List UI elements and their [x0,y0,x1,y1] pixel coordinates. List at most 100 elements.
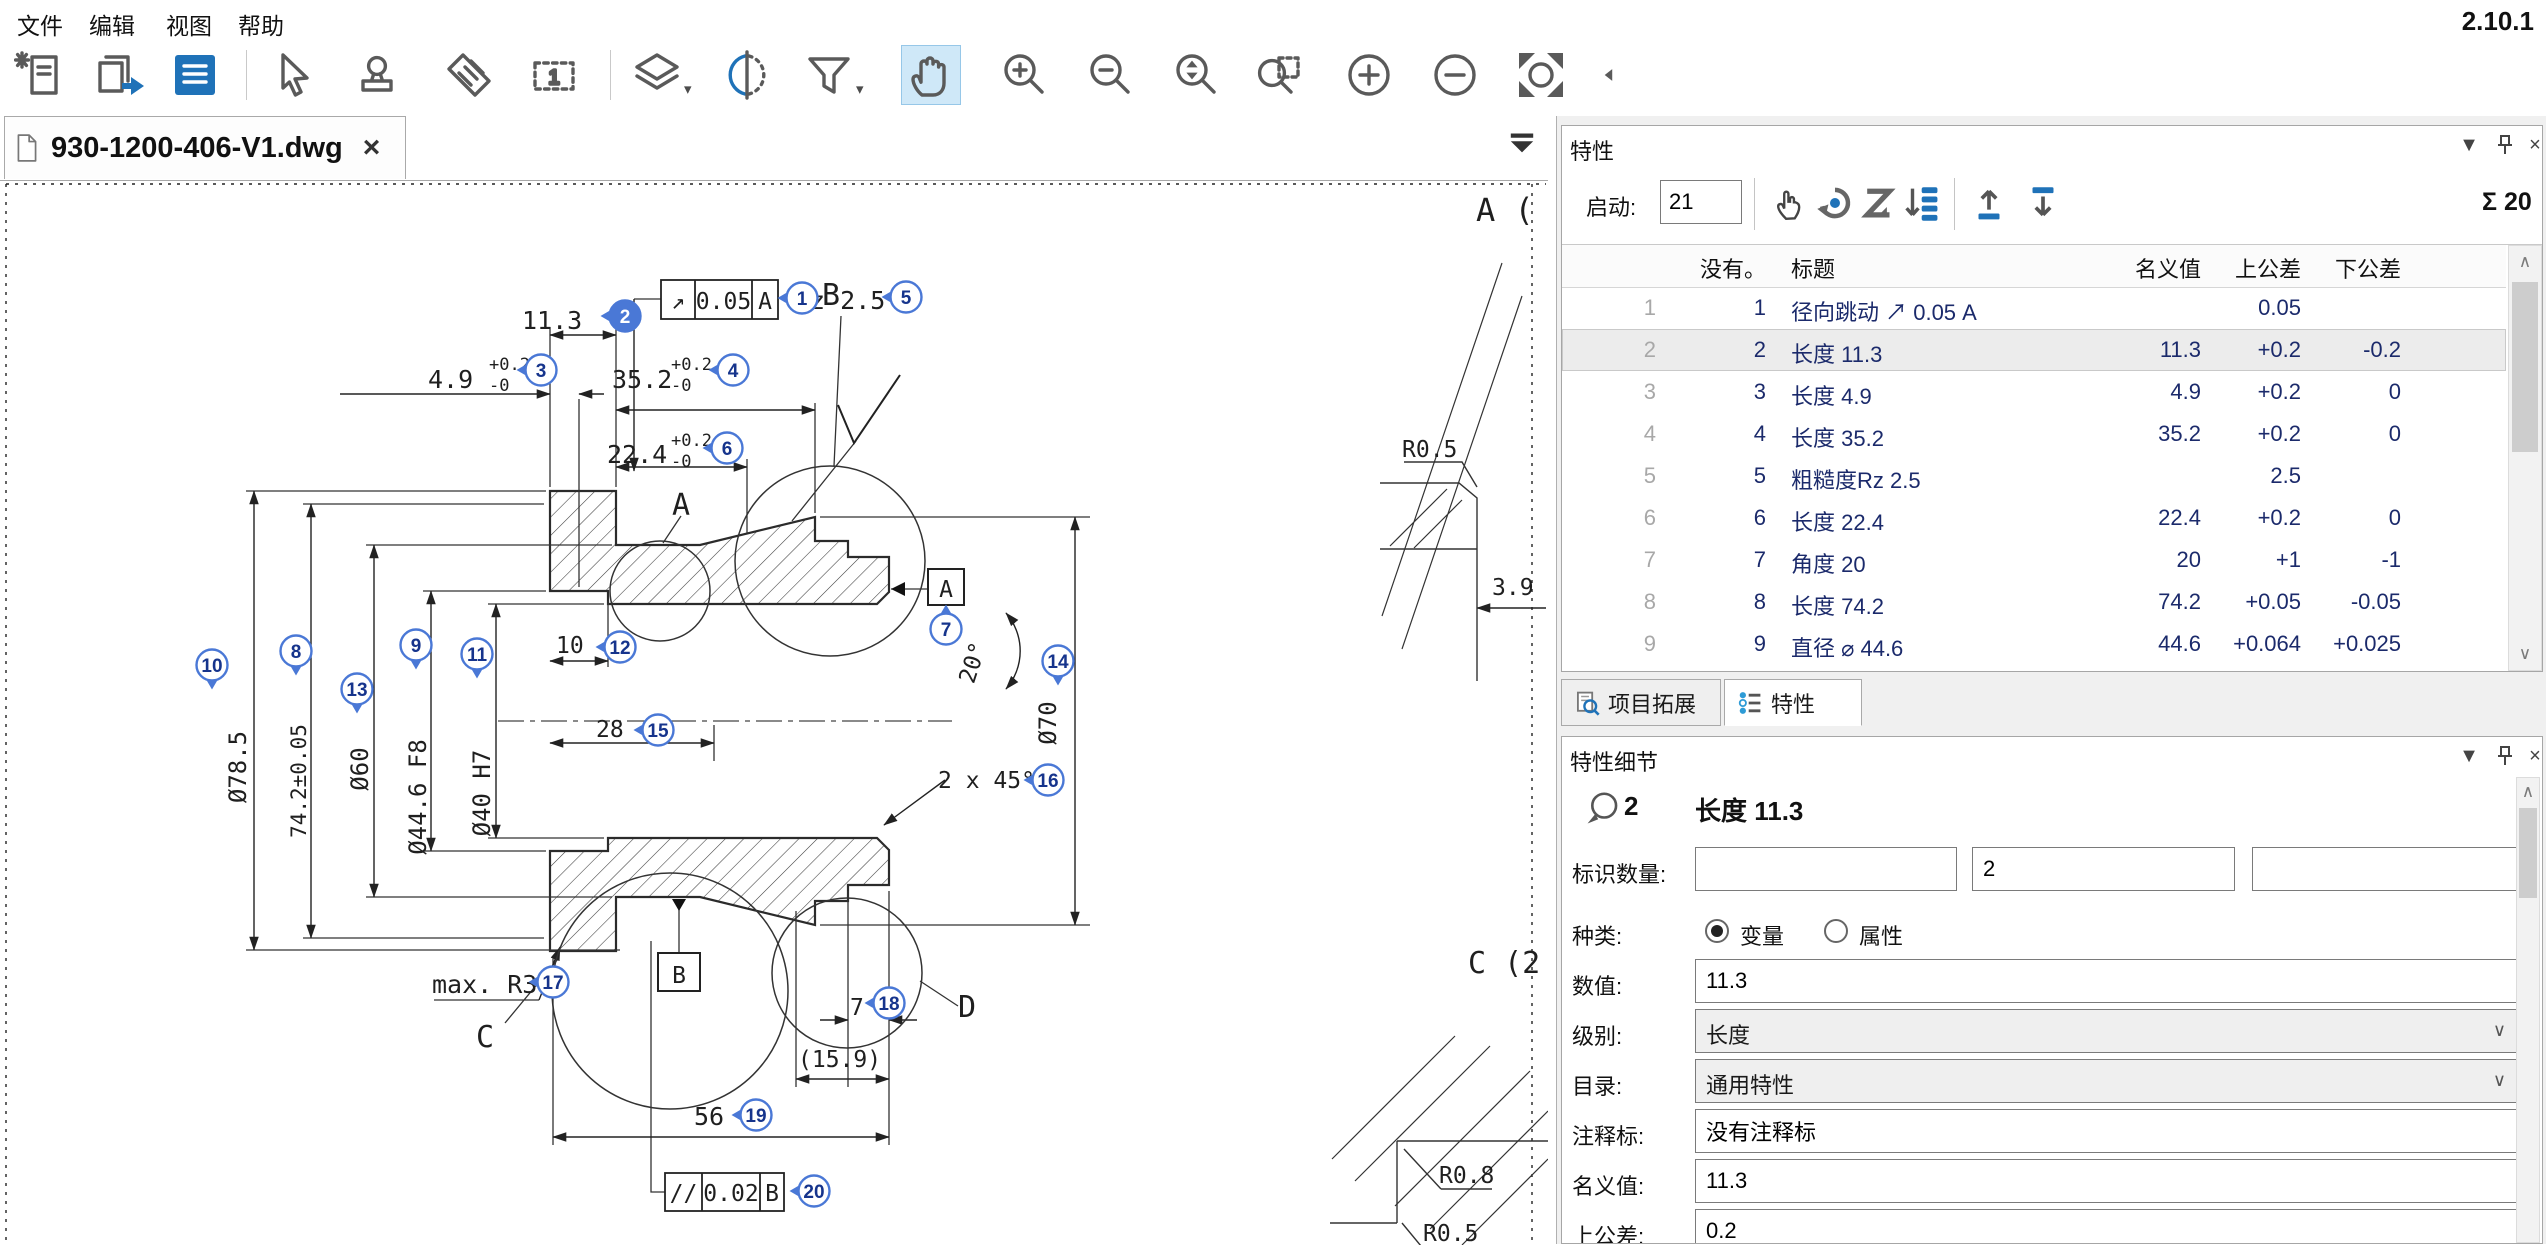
select-cursor-button[interactable] [262,46,320,104]
panel-menu-chevron-icon[interactable]: ▼ [2456,134,2482,160]
renumber-icon[interactable] [1814,180,1856,226]
radio-attribute-label[interactable]: 属性 [1859,919,1903,951]
balloon-13[interactable]: 13 [342,674,373,714]
panel-menu-chevron-icon[interactable]: ▼ [2456,745,2482,771]
filter-button[interactable] [800,46,858,104]
tag-button[interactable] [440,46,498,104]
zoom-in-button[interactable] [994,46,1052,104]
id-count-input-1[interactable] [1695,847,1957,891]
tab-characteristics[interactable]: 特性 [1724,679,1862,726]
balloon-2[interactable]: 2 [601,301,641,332]
sort-list-icon[interactable] [1902,180,1944,226]
id-count-input-2[interactable] [1972,847,2235,891]
upper-tol-input[interactable] [1695,1209,2517,1243]
dimension-text: R0.5 [1423,1221,1478,1245]
table-row[interactable]: 22长度 11.311.3+0.2-0.2 [1562,329,2506,371]
menu-item-2[interactable]: 视图 [166,7,212,41]
panel-close-icon[interactable]: × [2522,134,2546,160]
move-bottom-icon[interactable] [2022,180,2064,226]
col-lower[interactable]: 下公差 [2306,252,2401,284]
menu-item-1[interactable]: 编辑 [89,7,135,41]
balloon-10[interactable]: 10 [197,650,228,690]
balloon-8[interactable]: 8 [281,636,312,676]
zoom-dynamic-button[interactable] [1166,46,1224,104]
class-combo[interactable]: 长度 ∨ [1695,1009,2517,1053]
panel-close-icon[interactable]: × [2522,745,2546,771]
col-upper[interactable]: 上公差 [2206,252,2301,284]
panel-pin-icon[interactable] [2492,134,2518,160]
cell-low: -1 [2306,547,2401,573]
value-input[interactable] [1695,959,2517,1003]
increase-button[interactable] [1340,46,1398,104]
save-button[interactable] [166,46,224,104]
tab-list-icon[interactable] [1505,130,1541,160]
filter-dropdown-caret[interactable]: ▾ [856,80,864,98]
layers-button[interactable] [628,46,686,104]
mirror-view-button[interactable] [718,46,776,104]
dimension-text: C (2 [1468,946,1540,981]
dimension-text: D [958,990,976,1025]
zoom-out-button[interactable] [1080,46,1138,104]
panel-pin-icon[interactable] [2492,745,2518,771]
start-number-input[interactable] [1660,180,1742,224]
radio-variable-label[interactable]: 变量 [1740,919,1784,951]
balloon-7[interactable]: 7 [931,605,962,645]
col-nominal[interactable]: 名义值 [2032,252,2201,284]
table-row[interactable]: 55粗糙度Rz 2.52.5 [1562,455,2506,497]
balloon-9[interactable]: 9 [401,630,432,670]
id-count-input-3[interactable] [2252,847,2517,891]
pan-hand-button[interactable] [902,46,960,104]
decrease-button[interactable] [1426,46,1484,104]
note-input[interactable] [1695,1109,2517,1153]
menu-item-3[interactable]: 帮助 [238,7,284,41]
dimension-text: 56 [694,1102,724,1131]
cell-low: 0 [2306,505,2401,531]
layers-dropdown-caret[interactable]: ▾ [684,80,692,98]
balloon-4[interactable]: 4 [709,355,749,386]
area-balloon-button[interactable]: 1 [526,46,584,104]
table-row[interactable]: 66长度 22.422.4+0.20 [1562,497,2506,539]
table-row[interactable]: 77角度 2020+1-1 [1562,539,2506,581]
collapse-toolbar-icon[interactable] [1594,46,1624,104]
field-label-note: 注释标: [1572,1119,1644,1151]
balloon-20[interactable]: 20 [790,1176,830,1207]
cell-no: 9 [1662,631,1766,657]
zoom-extents-button[interactable] [1512,46,1570,104]
radio-attribute[interactable] [1824,919,1848,943]
new-document-button[interactable] [13,46,71,104]
z-order-icon[interactable] [1858,180,1900,226]
balloon-14[interactable]: 14 [1043,646,1074,686]
table-row[interactable]: 44长度 35.235.2+0.20 [1562,413,2506,455]
table-row[interactable]: 99直径 ⌀ 44.644.6+0.064+0.025 [1562,623,2506,665]
cell-up: +0.2 [2206,421,2301,447]
zoom-window-button[interactable] [1250,46,1308,104]
catalog-combo[interactable]: 通用特性 ∨ [1695,1059,2517,1103]
radio-variable[interactable] [1705,919,1729,943]
drawing-canvas[interactable]: 11.34.9+0.2-035.2+0.2-022.4+0.2-0Rz 2.5A… [0,180,1548,1245]
balloon-1[interactable]: 1 [778,283,818,314]
table-scrollbar[interactable]: ∧ ∨ [2508,245,2542,671]
tab-close-icon[interactable]: × [363,131,381,165]
svg-text:16: 16 [1037,771,1058,792]
dimension-text: Ø70 [1034,701,1062,744]
balloon-5[interactable]: 5 [882,282,922,313]
pick-tool-icon[interactable] [1769,180,1811,226]
open-document-button[interactable] [89,46,147,104]
cell-no: 4 [1662,421,1766,447]
col-no[interactable]: 没有。 [1662,252,1766,284]
details-scrollbar[interactable]: ∧ [2516,777,2540,1243]
balloon-11[interactable]: 11 [462,639,493,679]
move-top-icon[interactable] [1968,180,2010,226]
table-row[interactable]: 11径向跳动 ↗ 0.05 A0.05 [1562,287,2506,329]
menu-item-0[interactable]: 文件 [17,7,63,41]
balloon-18[interactable]: 18 [865,988,905,1019]
document-tab[interactable]: 930-1200-406-V1.dwg × [4,116,406,179]
balloon-stamp-button[interactable] [348,46,406,104]
nominal-input[interactable] [1695,1159,2517,1203]
balloon-12[interactable]: 12 [596,632,636,663]
balloon-15[interactable]: 15 [634,715,674,746]
table-row[interactable]: 33长度 4.94.9+0.20 [1562,371,2506,413]
balloon-19[interactable]: 19 [732,1100,772,1131]
tab-project-expand[interactable]: 项目拓展 [1561,679,1721,726]
table-row[interactable]: 88长度 74.274.2+0.05-0.05 [1562,581,2506,623]
